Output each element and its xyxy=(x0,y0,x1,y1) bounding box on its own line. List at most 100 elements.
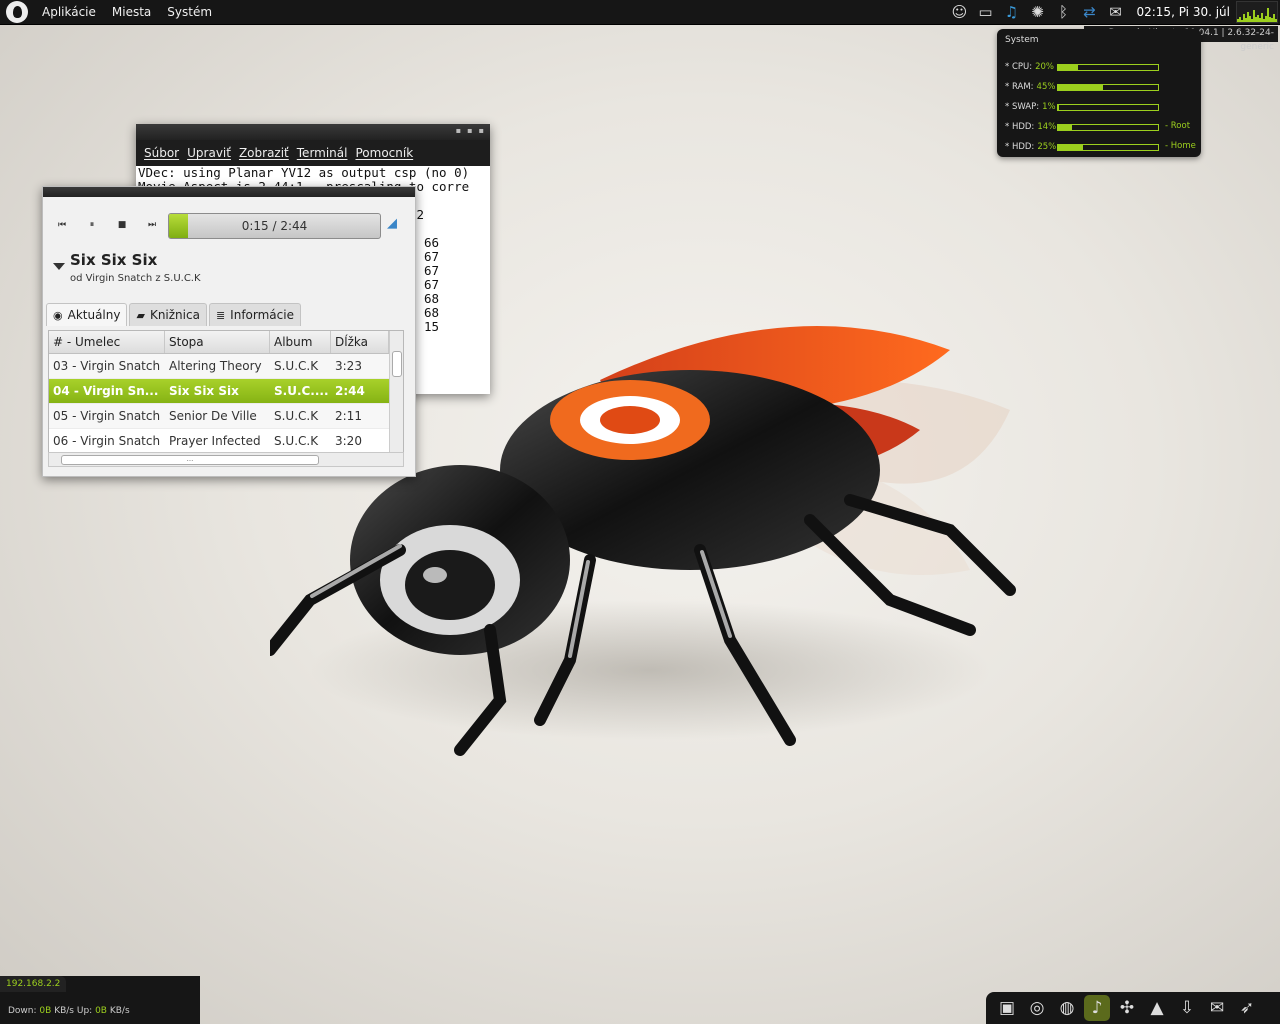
playlist-horizontal-scrollbar[interactable]: ... xyxy=(48,452,404,467)
playlist-cell: Senior De Ville xyxy=(169,409,257,423)
seek-bar[interactable]: 0:15 / 2:44 xyxy=(168,213,381,239)
bluetooth-icon[interactable]: ᛒ xyxy=(1053,3,1073,21)
music-player-window[interactable]: ⏮ ⏸ ■ ⏭ 0:15 / 2:44 ◢ Six Six Six od Vir… xyxy=(42,186,416,477)
expander-arrow-icon[interactable] xyxy=(53,263,65,270)
bird-icon[interactable]: ➶ xyxy=(1234,995,1260,1021)
conky-label: * SWAP: xyxy=(1005,102,1040,112)
top-panel: Aplikácie Miesta Systém ☺ ▭ ♫ ✺ ᛒ ⇄ ✉ 02… xyxy=(0,0,1280,25)
playlist-cell: 03 - Virgin Snatch xyxy=(53,359,161,373)
playlist: # - Umelec Stopa Album Dĺžka 03 - Virgin… xyxy=(48,330,404,454)
network-monitor-icon[interactable]: ⇄ xyxy=(1079,3,1099,21)
column-length[interactable]: Dĺžka xyxy=(331,331,389,353)
tab-library[interactable]: ▰ Knižnica xyxy=(129,303,207,326)
tab-information[interactable]: ≣ Informácie xyxy=(208,303,301,326)
conky-usage-bar xyxy=(1057,64,1159,71)
network-icon[interactable]: ✺ xyxy=(1027,3,1047,21)
download-icon[interactable]: ⇩ xyxy=(1174,995,1200,1021)
conky-row: * RAM: 45% xyxy=(1005,81,1055,93)
menu-applications[interactable]: Aplikácie xyxy=(42,5,96,19)
mail-icon[interactable]: ✉ xyxy=(1105,3,1125,21)
menu-places[interactable]: Miesta xyxy=(112,5,151,19)
gnome-foot-icon[interactable] xyxy=(6,1,28,23)
next-icon[interactable]: ⏭ xyxy=(143,217,161,233)
playlist-cell: Prayer Infected xyxy=(169,434,261,448)
clock[interactable]: 02:15, Pi 30. júl xyxy=(1136,5,1230,19)
hscroll-thumb[interactable]: ... xyxy=(61,455,319,465)
conky-usage-bar xyxy=(1057,124,1159,131)
column-track[interactable]: Stopa xyxy=(165,331,270,353)
conky-system-panel: System * CPU: 20% * RAM: 45% * SWAP: 1% * HDD:… xyxy=(997,29,1201,157)
player-titlebar[interactable] xyxy=(43,187,415,197)
playlist-cell: 3:23 xyxy=(335,359,362,373)
terminal-menu-edit[interactable]: Upraviť xyxy=(187,146,231,160)
terminal-menu-help[interactable]: Pomocník xyxy=(355,146,413,160)
disc-icon: ◉ xyxy=(53,308,63,322)
window-icon[interactable]: ▭ xyxy=(975,3,995,21)
terminal-menubar: Súbor Upraviť Zobraziť Terminál Pomocník xyxy=(136,140,490,166)
stop-icon[interactable]: ■ xyxy=(113,217,131,233)
playlist-cell: Six Six Six xyxy=(169,384,239,398)
mail-icon[interactable]: ✉ xyxy=(1204,995,1230,1021)
conky-row: * CPU: 20% xyxy=(1005,61,1054,73)
playlist-row[interactable]: 03 - Virgin Snatch Altering Theory S.U.C.K… xyxy=(49,354,403,379)
up-value: 0B xyxy=(95,1006,107,1016)
playlist-row[interactable]: 06 - Virgin Snatch Prayer Infected S.U.C.K… xyxy=(49,429,403,453)
previous-icon[interactable]: ⏮ xyxy=(53,217,71,233)
track-artist-album: od Virgin Snatch z S.U.C.K xyxy=(70,273,201,284)
conky-mount-label: - Home xyxy=(1165,141,1196,151)
conky-percent: 25% xyxy=(1037,142,1057,152)
tab-label: Knižnica xyxy=(149,308,200,322)
playlist-cell: 05 - Virgin Snatch xyxy=(53,409,161,423)
terminal-menu-terminal[interactable]: Terminál xyxy=(297,146,348,160)
conky-label: * HDD: xyxy=(1005,142,1035,152)
up-unit: KB/s xyxy=(109,1006,130,1016)
network-speed: Down: 0B KB/s Up: 0B KB/s xyxy=(8,1006,130,1016)
terminal-menu-view[interactable]: Zobraziť xyxy=(239,146,289,160)
tab-current[interactable]: ◉ Aktuálny xyxy=(46,303,128,326)
playlist-cell: S.U.C.K xyxy=(274,434,319,448)
down-value: 0B xyxy=(39,1006,52,1016)
music-icon[interactable]: ♪ xyxy=(1084,995,1110,1021)
down-label: Down: xyxy=(8,1006,37,1016)
column-album[interactable]: Album xyxy=(270,331,331,353)
maximize-icon[interactable]: ▪ xyxy=(467,126,472,135)
playlist-cell: 2:11 xyxy=(335,409,362,423)
volume-icon[interactable]: ◢ xyxy=(387,216,405,234)
conky-mount-label: - Root xyxy=(1165,121,1191,131)
pause-icon[interactable]: ⏸ xyxy=(83,217,101,233)
conky-usage-bar xyxy=(1057,84,1159,91)
library-icon: ▰ xyxy=(136,308,145,322)
conky-row: * HDD: 14% xyxy=(1005,121,1056,133)
network-panel: 192.168.2.2 Down: 0B KB/s Up: 0B KB/s xyxy=(0,976,200,1024)
minimize-icon[interactable]: ▪ xyxy=(456,126,461,135)
playlist-cell: 04 - Virgin Sn... xyxy=(53,384,159,398)
system-tray: ☺ ▭ ♫ ✺ ᛒ ⇄ ✉ 02:15, Pi 30. júl xyxy=(946,0,1280,24)
tab-label: Aktuálny xyxy=(67,308,121,322)
up-label: KB/s Up: xyxy=(54,1006,93,1016)
conky-label: * RAM: xyxy=(1005,82,1034,92)
network-tool-icon[interactable]: ✣ xyxy=(1114,995,1140,1021)
menu-system[interactable]: Systém xyxy=(167,5,212,19)
vlc-icon[interactable]: ▲ xyxy=(1144,995,1170,1021)
terminal-icon[interactable]: ▣ xyxy=(994,995,1020,1021)
conky-row: * HDD: 25% xyxy=(1005,141,1056,153)
playlist-row[interactable]: 05 - Virgin Snatch Senior De Ville S.U.C.K… xyxy=(49,404,403,429)
column-artist[interactable]: # - Umelec xyxy=(49,331,165,353)
playlist-row[interactable]: 04 - Virgin Sn... Six Six Six S.U.C.... 2:4… xyxy=(49,379,403,404)
chrome-icon[interactable]: ◎ xyxy=(1024,995,1050,1021)
smiley-icon[interactable]: ☺ xyxy=(949,3,969,21)
terminal-menu-file[interactable]: Súbor xyxy=(144,146,179,160)
dock: ▣ ◎ ◍ ♪ ✣ ▲ ⇩ ✉ ➶ xyxy=(986,992,1280,1024)
playlist-cell: 3:20 xyxy=(335,434,362,448)
playlist-cell: S.U.C.... xyxy=(274,384,329,398)
music-note-icon[interactable]: ♫ xyxy=(1001,3,1021,21)
close-icon[interactable]: ▪ xyxy=(479,126,484,135)
terminal-titlebar[interactable]: ▪ ▪ ▪ xyxy=(136,124,490,140)
system-monitor-graph[interactable] xyxy=(1236,1,1278,23)
ip-address: 192.168.2.2 xyxy=(0,976,67,992)
info-icon: ≣ xyxy=(215,308,226,322)
playlist-vertical-scrollbar[interactable] xyxy=(389,331,403,453)
playlist-cell: S.U.C.K xyxy=(274,359,319,373)
firefox-icon[interactable]: ◍ xyxy=(1054,995,1080,1021)
conky-percent: 14% xyxy=(1037,122,1057,132)
